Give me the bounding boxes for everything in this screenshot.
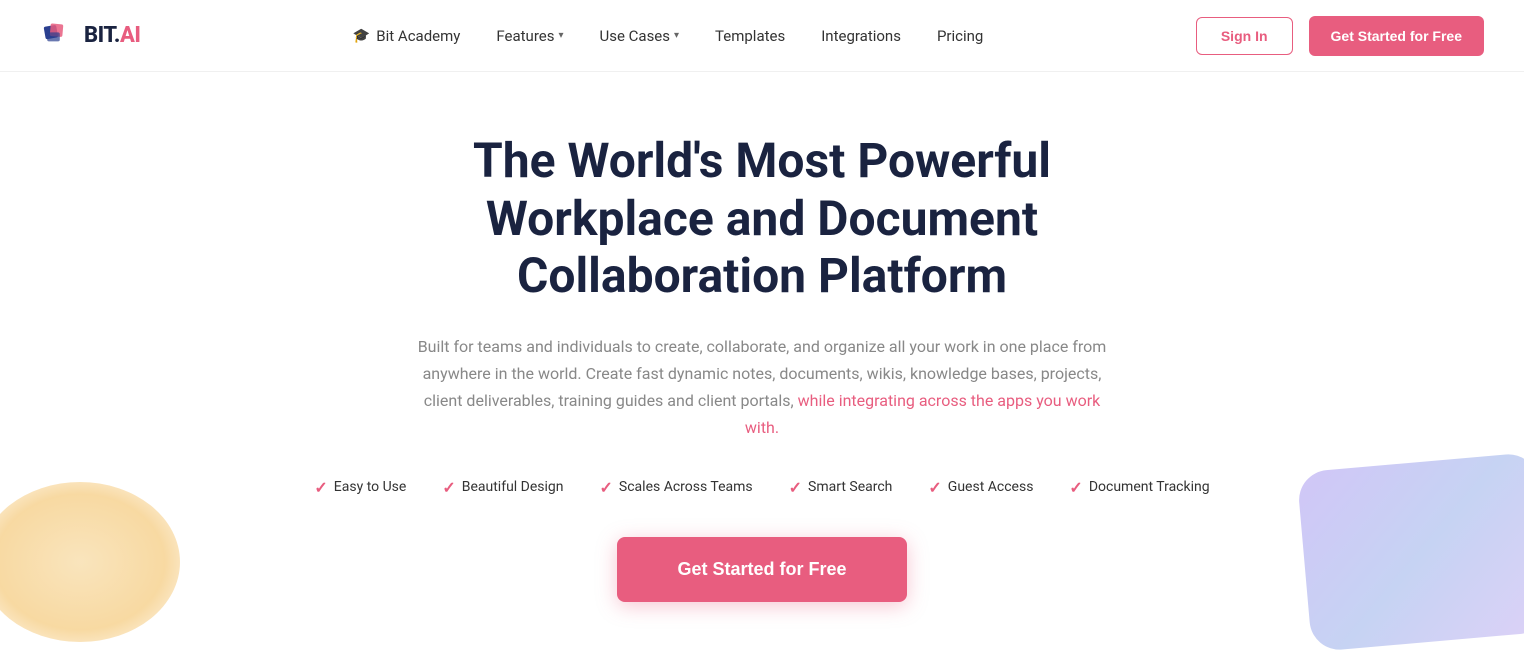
logo-text: BIT.AI bbox=[84, 23, 140, 48]
hero-subtitle: Built for teams and individuals to creat… bbox=[412, 333, 1112, 442]
feature-doc-tracking: ✓ Document Tracking bbox=[1069, 478, 1209, 497]
nav-links: 🎓 Bit Academy Features ▾ Use Cases ▾ Tem… bbox=[353, 27, 984, 45]
nav-actions: Sign In Get Started for Free bbox=[1196, 16, 1484, 56]
check-icon-easy: ✓ bbox=[314, 478, 327, 497]
nav-pricing[interactable]: Pricing bbox=[937, 27, 983, 45]
features-row: ✓ Easy to Use ✓ Beautiful Design ✓ Scale… bbox=[314, 478, 1209, 497]
nav-academy[interactable]: 🎓 Bit Academy bbox=[353, 27, 461, 45]
blob-right-decoration bbox=[1297, 451, 1524, 651]
features-chevron-icon: ▾ bbox=[558, 30, 563, 41]
feature-easy-label: Easy to Use bbox=[334, 479, 407, 495]
feature-easy-to-use: ✓ Easy to Use bbox=[314, 478, 406, 497]
nav-use-cases[interactable]: Use Cases ▾ bbox=[600, 27, 680, 45]
feature-guest-label: Guest Access bbox=[948, 479, 1034, 495]
nav-features[interactable]: Features ▾ bbox=[496, 27, 563, 45]
feature-beautiful-design: ✓ Beautiful Design bbox=[442, 478, 563, 497]
check-icon-tracking: ✓ bbox=[1069, 478, 1082, 497]
use-cases-chevron-icon: ▾ bbox=[674, 30, 679, 41]
get-started-nav-button[interactable]: Get Started for Free bbox=[1309, 16, 1484, 56]
logo[interactable]: BIT.AI bbox=[40, 18, 140, 54]
feature-scales-teams: ✓ Scales Across Teams bbox=[600, 478, 753, 497]
navbar: BIT.AI 🎓 Bit Academy Features ▾ Use Case… bbox=[0, 0, 1524, 72]
blob-left-decoration bbox=[0, 482, 180, 642]
feature-smart-search: ✓ Smart Search bbox=[789, 478, 893, 497]
hero-content: The World's Most Powerful Workplace and … bbox=[314, 132, 1209, 602]
hero-title: The World's Most Powerful Workplace and … bbox=[352, 132, 1172, 305]
check-icon-scales: ✓ bbox=[600, 478, 613, 497]
feature-tracking-label: Document Tracking bbox=[1089, 479, 1210, 495]
get-started-cta-button[interactable]: Get Started for Free bbox=[617, 537, 906, 602]
check-icon-search: ✓ bbox=[789, 478, 802, 497]
feature-search-label: Smart Search bbox=[808, 479, 892, 495]
signin-button[interactable]: Sign In bbox=[1196, 17, 1293, 55]
nav-integrations[interactable]: Integrations bbox=[821, 27, 901, 45]
check-icon-guest: ✓ bbox=[928, 478, 941, 497]
feature-beautiful-label: Beautiful Design bbox=[462, 479, 564, 495]
hero-section: The World's Most Powerful Workplace and … bbox=[0, 72, 1524, 622]
nav-templates[interactable]: Templates bbox=[715, 27, 785, 45]
feature-scales-label: Scales Across Teams bbox=[619, 479, 753, 495]
feature-guest-access: ✓ Guest Access bbox=[928, 478, 1033, 497]
logo-icon bbox=[40, 18, 76, 54]
check-icon-beautiful: ✓ bbox=[442, 478, 455, 497]
